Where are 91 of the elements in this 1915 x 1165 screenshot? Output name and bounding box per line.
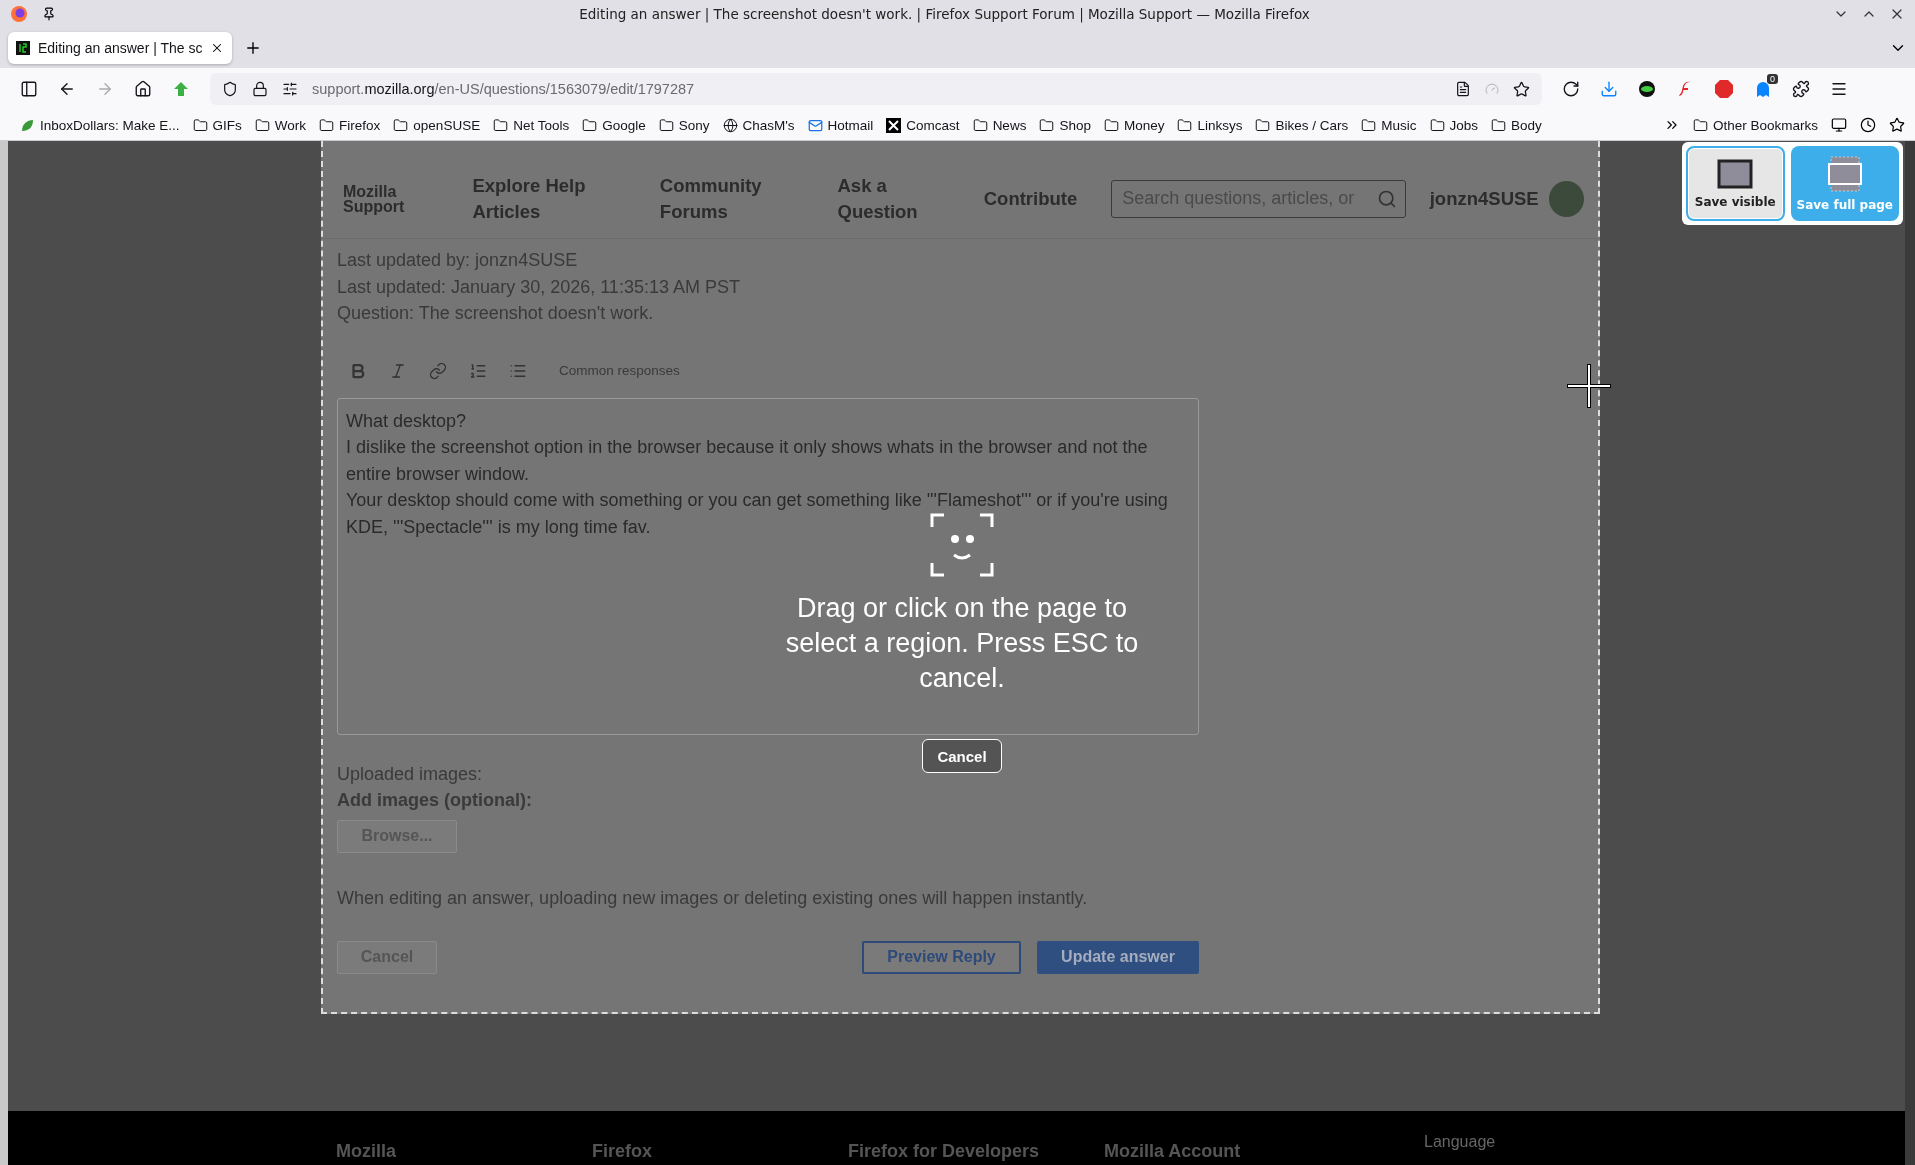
adblock-icon[interactable] bbox=[1714, 79, 1734, 99]
full-page-icon bbox=[1826, 155, 1863, 192]
bookmark-item[interactable]: Hotmail bbox=[807, 117, 874, 133]
footer-heading: Firefox bbox=[592, 1141, 653, 1163]
folder-icon bbox=[1692, 117, 1708, 133]
folder-icon bbox=[254, 117, 270, 133]
x-logo-icon bbox=[886, 117, 902, 133]
history-icon[interactable] bbox=[1860, 117, 1876, 133]
bookmark-item[interactable]: Comcast bbox=[886, 117, 960, 133]
folder-icon bbox=[1039, 117, 1055, 133]
permissions-icon[interactable] bbox=[282, 81, 298, 97]
bookmark-item[interactable]: Other Bookmarks bbox=[1692, 117, 1818, 133]
meta-text: Question: The screenshot doesn't work. bbox=[337, 302, 655, 325]
uploaded-images-label: Uploaded images: bbox=[337, 762, 484, 786]
crosshair-cursor-icon bbox=[1567, 364, 1611, 408]
extensions-icon[interactable] bbox=[1792, 80, 1810, 98]
download-icon[interactable] bbox=[1600, 80, 1618, 98]
bookmark-item[interactable]: Body bbox=[1491, 117, 1542, 133]
folder-icon bbox=[192, 117, 208, 133]
home-icon[interactable] bbox=[134, 80, 152, 98]
bookmark-item[interactable]: openSUSE bbox=[393, 117, 481, 133]
bold-icon[interactable] bbox=[349, 361, 367, 380]
reload-icon[interactable] bbox=[1562, 80, 1580, 98]
folder-icon bbox=[1491, 117, 1507, 133]
bookmark-star-icon[interactable] bbox=[1513, 80, 1530, 98]
bookmark-item[interactable]: Bikes / Cars bbox=[1255, 117, 1349, 133]
favicon-icon bbox=[16, 41, 30, 55]
search-icon[interactable] bbox=[1376, 188, 1397, 209]
folder-icon bbox=[1255, 117, 1271, 133]
globe-extension-icon[interactable] bbox=[1638, 80, 1656, 98]
bookmark-item[interactable]: Money bbox=[1103, 117, 1165, 133]
footer-heading: Mozilla bbox=[336, 1141, 397, 1163]
address-bar[interactable]: support.mozilla.org/en-US/questions/1563079/edit/1797287 bbox=[210, 73, 1542, 105]
footer-heading: Firefox for Developers bbox=[848, 1141, 1041, 1163]
bookmark-item[interactable]: GIFs bbox=[192, 117, 242, 133]
arrow-icon[interactable] bbox=[172, 80, 190, 98]
browser-tab[interactable]: Editing an answer | The sc bbox=[8, 32, 233, 64]
bookmark-item[interactable]: Sony bbox=[658, 117, 710, 133]
menu-icon[interactable] bbox=[1830, 80, 1848, 98]
folder-icon bbox=[319, 117, 335, 133]
language-label: Language bbox=[1424, 1133, 1496, 1152]
bookmark-item[interactable]: Linksys bbox=[1177, 117, 1243, 133]
folder-icon bbox=[1103, 117, 1119, 133]
numbered-list-icon[interactable] bbox=[469, 361, 487, 380]
bookmark-item[interactable]: ChasM's bbox=[722, 117, 795, 133]
folder-icon bbox=[582, 117, 598, 133]
folder-icon bbox=[1361, 117, 1377, 133]
meta-text: Last updated by: jonzn4SUSE bbox=[337, 249, 579, 272]
ghost-extension-icon[interactable] bbox=[1754, 80, 1772, 98]
link-icon[interactable] bbox=[429, 361, 447, 380]
tab-title: Editing an answer | The sc bbox=[38, 40, 203, 56]
capture-option-button[interactable]: Save visible bbox=[1686, 146, 1785, 221]
sidebar-icon[interactable] bbox=[20, 80, 38, 98]
reader-view-icon[interactable] bbox=[1455, 81, 1471, 97]
visible-area-icon bbox=[1717, 158, 1754, 189]
bookmark-item[interactable]: News bbox=[972, 117, 1027, 133]
folder-icon bbox=[658, 117, 674, 133]
note-text: When editing an answer, uploading new images or deleting existing ones will happen instantly. bbox=[337, 886, 1089, 910]
lock-icon[interactable] bbox=[252, 81, 268, 97]
folder-icon bbox=[393, 117, 409, 133]
pin-icon[interactable] bbox=[42, 7, 56, 21]
form-button[interactable]: Update answer bbox=[1037, 940, 1199, 974]
bookmark-item[interactable]: Jobs bbox=[1429, 117, 1479, 133]
notification-count: 0 bbox=[1767, 74, 1778, 84]
firefox-logo-icon bbox=[10, 5, 28, 23]
mail-icon bbox=[807, 117, 823, 133]
meta-text: Last updated: January 30, 2026, 11:35:13 AM PST bbox=[337, 275, 741, 299]
bookmark-item[interactable]: Google bbox=[582, 117, 646, 133]
smiley-frame-icon bbox=[930, 513, 994, 577]
monitor-icon[interactable] bbox=[1831, 117, 1847, 133]
overlay-message: Drag or click on the page to select a region. Press ESC to cancel. bbox=[784, 592, 1140, 695]
star-icon[interactable] bbox=[1889, 117, 1905, 133]
globe-icon bbox=[722, 117, 738, 133]
back-icon[interactable] bbox=[58, 80, 76, 98]
bookmark-item[interactable]: InboxDollars: Make E... bbox=[20, 117, 180, 133]
bookmark-item[interactable]: Work bbox=[254, 117, 307, 133]
bookmark-item[interactable]: Net Tools bbox=[493, 117, 570, 133]
bookmark-item[interactable]: Firefox bbox=[319, 117, 381, 133]
bookmark-item[interactable]: Shop bbox=[1039, 117, 1091, 133]
folder-icon bbox=[493, 117, 509, 133]
italic-icon[interactable] bbox=[389, 361, 407, 380]
leaf-icon bbox=[20, 117, 35, 133]
overlay-cancel-button[interactable]: Cancel bbox=[922, 739, 1002, 773]
folder-icon bbox=[972, 117, 988, 133]
folder-icon bbox=[1177, 117, 1193, 133]
shield-icon[interactable] bbox=[222, 81, 238, 97]
footer-heading: Mozilla Account bbox=[1104, 1141, 1242, 1163]
bookmark-item[interactable]: Music bbox=[1361, 117, 1417, 133]
add-images-label: Add images (optional): bbox=[337, 788, 533, 812]
folder-icon bbox=[1429, 117, 1445, 133]
window-title: Editing an answer | The screenshot doesn't work. | Firefox Support Forum | Mozilla Support — Mozilla Firefox bbox=[578, 6, 1311, 22]
